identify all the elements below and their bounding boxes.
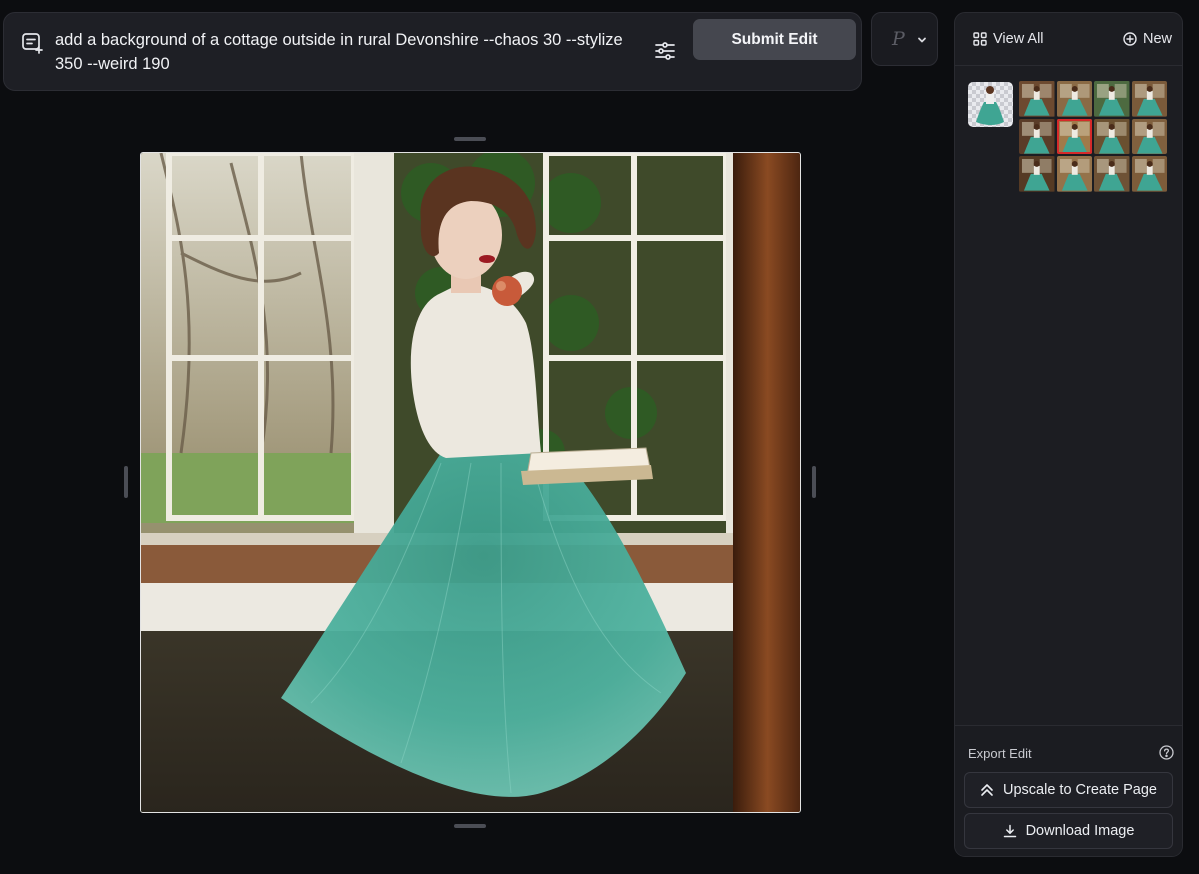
grid-icon <box>973 32 987 46</box>
prompt-input[interactable]: add a background of a cottage outside in… <box>55 28 635 76</box>
model-glyph: P <box>892 28 905 50</box>
variation-thumbnail[interactable] <box>1131 81 1167 117</box>
view-all-button[interactable]: View All <box>973 28 1044 50</box>
model-selector[interactable]: P <box>871 12 938 66</box>
prompt-bar: add a background of a cottage outside in… <box>3 12 862 91</box>
resize-handle-right[interactable] <box>812 466 816 498</box>
photo-illustration <box>141 153 800 812</box>
view-all-label: View All <box>993 31 1044 47</box>
new-label: New <box>1142 31 1172 47</box>
sliders-icon[interactable] <box>653 39 677 63</box>
variation-grid <box>1019 81 1167 192</box>
submit-edit-button[interactable]: Submit Edit <box>693 19 856 60</box>
export-edit-label: Export Edit <box>968 746 1032 761</box>
chevrons-up-icon <box>981 784 993 796</box>
variation-thumbnail[interactable] <box>1131 118 1167 155</box>
download-label: Download Image <box>1025 823 1135 839</box>
variation-thumbnail[interactable] <box>1019 81 1055 117</box>
variation-thumbnail[interactable] <box>1131 156 1167 192</box>
edit-canvas-image[interactable] <box>140 152 801 813</box>
variation-thumbnail[interactable] <box>1094 156 1130 192</box>
download-icon <box>1003 824 1016 838</box>
variation-thumbnail[interactable] <box>1056 81 1092 117</box>
side-panel: View All New Export Edit Upscale to Crea… <box>954 12 1183 857</box>
download-button[interactable]: Download Image <box>964 813 1173 849</box>
resize-handle-bottom[interactable] <box>454 824 486 828</box>
chevron-down-icon <box>918 37 926 43</box>
export-section: Export Edit Upscale to Create Page Downl… <box>955 725 1182 856</box>
resize-handle-left[interactable] <box>124 466 128 498</box>
panel-header: View All New <box>955 13 1182 66</box>
variation-thumbnail[interactable] <box>1094 81 1130 117</box>
edit-frame-icon[interactable] <box>20 30 44 54</box>
resize-handle-top[interactable] <box>454 137 486 141</box>
variation-thumbnail[interactable] <box>1019 156 1055 192</box>
variation-thumbnail[interactable] <box>1056 156 1092 192</box>
upscale-label: Upscale to Create Page <box>1003 782 1157 798</box>
original-image-thumbnail[interactable] <box>968 82 1013 127</box>
variation-thumbnail[interactable] <box>1056 118 1092 155</box>
plus-circle-icon <box>1123 32 1137 46</box>
app-root: add a background of a cottage outside in… <box>0 0 1199 874</box>
help-circle-icon[interactable] <box>1159 745 1174 760</box>
upscale-button[interactable]: Upscale to Create Page <box>964 772 1173 808</box>
variation-thumbnail[interactable] <box>1094 118 1130 155</box>
new-button[interactable]: New <box>1123 28 1172 50</box>
variation-thumbnail[interactable] <box>1019 118 1055 155</box>
